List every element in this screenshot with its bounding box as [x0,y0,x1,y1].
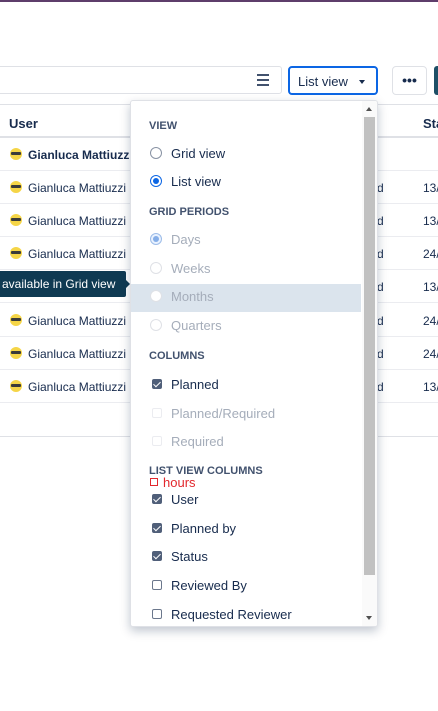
option-label: Days [171,232,201,247]
option-reviewed-by[interactable]: Reviewed By [131,573,361,601]
option-grid-view[interactable]: Grid view [131,141,361,169]
checkbox-checked-icon[interactable] [152,494,162,504]
option-label: Months [171,289,214,304]
column-header-user[interactable]: User [9,116,38,131]
checkbox-icon[interactable] [152,580,162,590]
row-cell: d [377,314,384,328]
checkbox-icon[interactable] [152,436,162,446]
row-date: 13/ [423,380,438,394]
row-date: 24/ [423,247,438,261]
row-date: 24/ [423,347,438,361]
radio-checked-icon[interactable] [150,175,162,187]
option-user[interactable]: User [131,487,361,515]
radio-icon[interactable] [150,262,162,274]
option-months[interactable]: Months [131,284,361,312]
row-user-name: Gianluca Mattiuzzi [28,314,127,328]
row-user-name: Gianluca Mattiuzzi [28,214,127,228]
option-planned-by[interactable]: Planned by [131,516,361,544]
option-status[interactable]: Status [131,544,361,572]
row-date: 13/ [423,214,438,228]
chevron-down-icon [359,80,365,84]
option-label: Requested Reviewer [171,607,292,622]
row-user-name: Gianluca Mattiuzzi [28,148,133,162]
option-list-view[interactable]: List view [131,169,361,197]
row-user-name: Gianluca Mattiuzzi [28,380,127,394]
option-days[interactable]: Days [131,227,361,255]
row-user-name: Gianluca Mattiuzzi [28,181,127,195]
row-cell: d [377,280,384,294]
scroll-down-icon[interactable] [366,616,372,620]
view-select-label: List view [298,74,348,89]
option-label: Status [171,549,208,564]
radio-icon[interactable] [150,147,162,159]
top-border [0,0,438,2]
option-planned-required[interactable]: Planned/Required [131,401,361,429]
checkbox-checked-icon[interactable] [152,551,162,561]
avatar [10,380,22,392]
row-cell: d [377,347,384,361]
avatar [10,314,22,326]
option-label: Planned [171,377,219,392]
row-cell: d [377,380,384,394]
option-label: Planned by [171,521,237,536]
avatar [10,347,22,359]
more-options-button[interactable]: ••• [392,66,427,95]
option-required[interactable]: Required [131,429,361,457]
row-user-name: Gianluca Mattiuzzi [28,347,127,361]
option-label: Quarters [171,318,222,333]
option-requested-reviewer[interactable]: Requested Reviewer [131,602,361,626]
option-quarters[interactable]: Quarters [131,313,361,341]
option-label: Reviewed By [171,578,247,593]
option-planned[interactable]: Planned [131,372,361,400]
tooltip: available in Grid view [0,271,130,297]
search-input[interactable] [0,66,282,94]
checkbox-checked-icon[interactable] [152,379,162,389]
checkbox-icon[interactable] [152,408,162,418]
option-label: Required [171,434,224,449]
avatar [10,214,22,226]
view-select[interactable]: List view [288,66,378,95]
row-cell: d [377,214,384,228]
row-date: 13/ [423,181,438,195]
scrollbar[interactable] [362,101,377,626]
primary-action-button[interactable] [434,66,438,95]
square-icon [150,478,158,486]
section-heading-view: VIEW [149,120,178,132]
option-label: Weeks [171,261,211,276]
scrollbar-thumb[interactable] [364,117,375,575]
avatar [10,181,22,193]
row-cell: d [377,181,384,195]
option-label: User [171,492,199,507]
avatar [10,148,22,160]
list-icon[interactable] [257,74,269,86]
option-label: Planned/Required [171,406,276,421]
row-cell: d [377,247,384,261]
section-heading-grid-periods: GRID PERIODS [149,206,230,218]
option-weeks[interactable]: Weeks [131,256,361,284]
scroll-up-icon[interactable] [366,107,372,111]
avatar [10,247,22,259]
radio-checked-icon[interactable] [150,233,162,245]
radio-icon[interactable] [150,319,162,331]
option-label: List view [171,174,221,189]
row-user-name: Gianluca Mattiuzzi [28,247,127,261]
checkbox-checked-icon[interactable] [152,523,162,533]
view-options-dropdown: VIEW Grid view List view GRID PERIODS Da… [130,100,378,627]
row-date: 13/ [423,280,438,294]
section-heading-columns: COLUMNS [149,350,205,362]
column-header-status[interactable]: Sta [423,116,438,131]
option-label: Grid view [171,146,226,161]
row-date: 24/ [423,314,438,328]
radio-icon[interactable] [150,290,162,302]
checkbox-icon[interactable] [152,609,162,619]
